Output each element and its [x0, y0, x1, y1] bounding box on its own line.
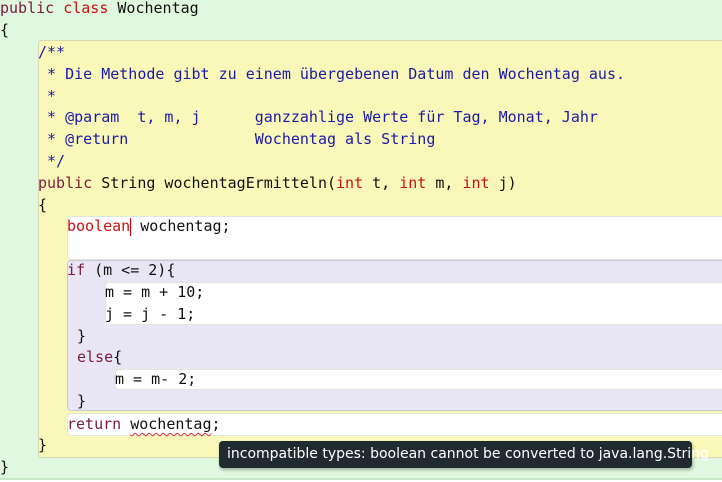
- code-text: String wochentagErmitteln(: [92, 174, 337, 192]
- javadoc-line: * @param t, m, j ganzzahlige Werte für T…: [38, 108, 598, 126]
- keyword: public: [0, 0, 55, 17]
- code-text: ;: [211, 415, 221, 433]
- class-brace-close: }: [0, 458, 10, 476]
- code-text: m,: [426, 174, 463, 192]
- keyword: boolean: [67, 217, 131, 235]
- code-text: wochentag;: [131, 217, 231, 235]
- code-line: m = m + 10;: [105, 283, 205, 301]
- javadoc-line: */: [38, 152, 66, 170]
- else-line: else{: [77, 346, 122, 368]
- code-line: j = j - 1;: [105, 305, 196, 323]
- method-brace-close: }: [38, 436, 48, 454]
- keyword: class: [63, 0, 109, 17]
- return-line: return wochentag;: [67, 413, 221, 435]
- method-signature: public String wochentagErmitteln(int t, …: [38, 172, 517, 194]
- javadoc-line: *: [38, 87, 57, 105]
- keyword: int: [462, 174, 490, 192]
- if-line: if (m <= 2){: [67, 259, 175, 281]
- method-brace-open: {: [38, 196, 48, 214]
- class-brace-open: {: [0, 21, 10, 39]
- code-text: t,: [363, 174, 400, 192]
- if-brace-close: }: [77, 327, 87, 345]
- error-underlined-variable[interactable]: wochentag: [130, 415, 211, 433]
- keyword: else: [77, 348, 114, 366]
- javadoc-line: /**: [38, 43, 66, 61]
- error-tooltip: incompatible types: boolean cannot be co…: [219, 441, 709, 468]
- class-declaration: public class Wochentag: [0, 0, 199, 19]
- code-text: {: [113, 348, 123, 366]
- declaration-line: boolean wochentag;: [67, 215, 231, 237]
- keyword: if: [67, 261, 86, 279]
- javadoc-line: * @return Wochentag als String: [38, 130, 436, 148]
- code-line: m = m- 2;: [115, 370, 197, 388]
- keyword: public: [38, 174, 93, 192]
- keyword: int: [336, 174, 364, 192]
- javadoc-line: * Die Methode gibt zu einem übergebenen …: [38, 65, 625, 83]
- class-name: Wochentag: [117, 0, 199, 17]
- code-text: (m <= 2){: [85, 261, 176, 279]
- keyword: return: [67, 415, 122, 433]
- else-body-scope: [115, 369, 722, 390]
- else-brace-close: }: [77, 392, 87, 410]
- code-text: j): [489, 174, 517, 192]
- keyword: int: [399, 174, 427, 192]
